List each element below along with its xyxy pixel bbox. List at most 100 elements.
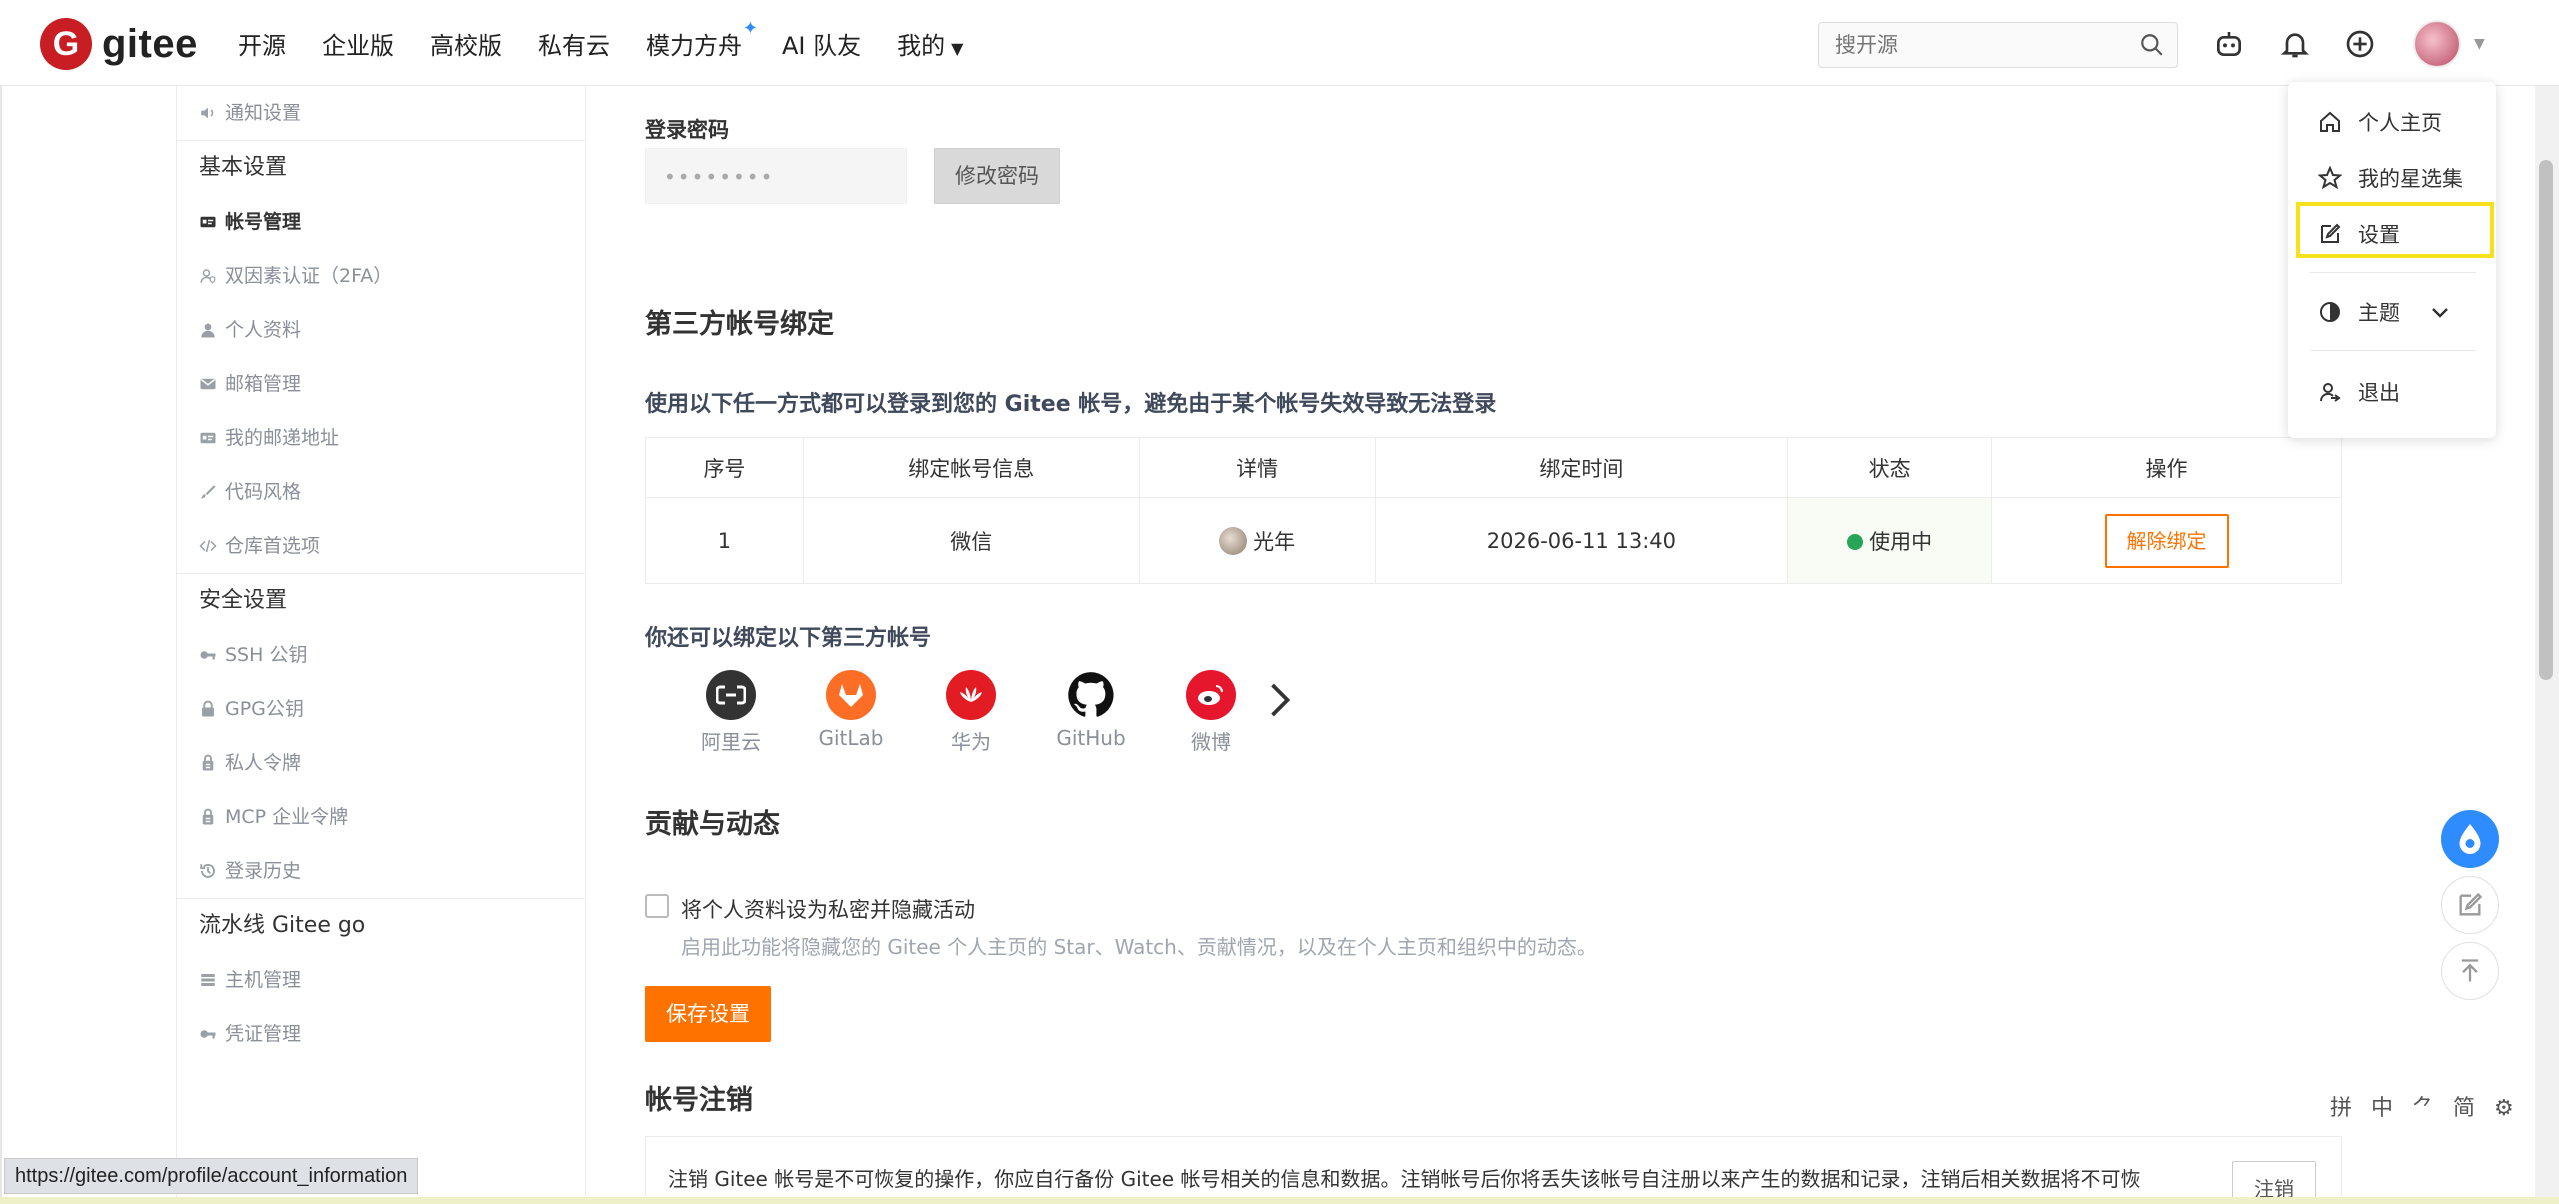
caret-down-icon: ▼ [951,39,964,58]
assistant-float-button[interactable] [2441,810,2499,868]
table-row: 1 微信 光年 2026-06-11 13:40 使用中 解除绑定 [645,497,2342,584]
sidebar-item-notification[interactable]: 通知设置 [177,86,585,140]
sidebar-item-label: 帐号管理 [225,211,302,233]
top-navbar: G gitee 开源 企业版 高校版 私有云 模力方舟✦ AI 队友 我的 ▼ ▼ [0,0,2559,86]
nav-private-cloud[interactable]: 私有云 [538,26,610,61]
dropdown-item-settings[interactable]: 设置 [2288,206,2496,262]
sidebar-item-label: 代码风格 [225,481,302,503]
sidebar-item-label: 凭证管理 [225,1023,302,1045]
search-input[interactable] [1819,23,2119,67]
account-cancel-desc: 注销 Gitee 帐号是不可恢复的操作，你应自行备份 Gitee 帐号相关的信息… [668,1167,2141,1191]
plus-circle-icon[interactable] [2344,28,2376,60]
edit-icon [2459,892,2483,916]
table-header: 序号 [645,437,804,498]
dropdown-item-label: 设置 [2358,223,2400,247]
change-password-button[interactable]: 修改密码 [934,148,1060,204]
sidebar-group-security: 安全设置 SSH 公钥 GPG公钥 私人令牌 MCP 企业令牌 登录历史 [177,574,585,899]
dropdown-item-stars[interactable]: 我的星选集 [2288,150,2496,206]
sidebar-item-account[interactable]: 帐号管理 [177,195,585,249]
sidebar-item-profile[interactable]: 个人资料 [177,303,585,357]
nav-open-source[interactable]: 开源 [238,26,286,61]
token-icon [202,808,214,825]
sidebar-item-address[interactable]: 我的邮递地址 [177,411,585,465]
table-cell-index: 1 [645,497,804,584]
provider-gitlab[interactable]: GitLab [791,670,911,755]
nav-education[interactable]: 高校版 [430,26,502,61]
provider-label: GitHub [1056,726,1126,750]
key-icon [200,1030,216,1039]
bell-icon[interactable] [2279,28,2311,60]
table-header-row: 序号 绑定帐号信息 详情 绑定时间 状态 操作 [645,437,2342,498]
provider-weibo[interactable]: 微博 [1151,670,1271,755]
provider-github[interactable]: GitHub [1031,670,1151,755]
arrow-up-icon [2461,959,2479,982]
sidebar-item-token[interactable]: 私人令牌 [177,736,585,790]
sidebar-item-login-history[interactable]: 登录历史 [177,844,585,898]
dropdown-item-theme[interactable]: 主题 [2288,284,2496,340]
sidebar-item-credentials[interactable]: 凭证管理 [177,1007,585,1061]
sidebar-item-email[interactable]: 邮箱管理 [177,357,585,411]
account-cancel-title: 帐号注销 [645,1085,753,1116]
user-icon [201,323,215,338]
user-avatar[interactable] [2413,20,2461,68]
back-to-top-button[interactable] [2441,942,2499,1000]
sidebar-item-label: 我的邮递地址 [225,427,340,449]
nav-moli[interactable]: 模力方舟 ✦ [646,18,758,61]
nav-ai-teammate[interactable]: AI 队友 [782,26,861,61]
page-scrollbar[interactable] [2535,86,2559,1204]
sidebar-item-label: 个人资料 [225,319,302,341]
lock-icon [202,700,214,717]
nav-enterprise[interactable]: 企业版 [322,26,394,61]
dropdown-item-home[interactable]: 个人主页 [2288,94,2496,150]
gitee-logo[interactable]: G gitee [40,18,198,70]
nav-mine[interactable]: 我的 ▼ [897,26,963,61]
sidebar-item-gpg[interactable]: GPG公钥 [177,682,585,736]
sidebar-item-hosts[interactable]: 主机管理 [177,953,585,1007]
password-field[interactable]: •••••••• [645,148,907,204]
provider-label: 华为 [951,730,991,754]
dropdown-item-label: 个人主页 [2358,111,2442,135]
robot-icon[interactable] [2213,28,2245,60]
code-icon [199,539,217,553]
table-cell-detail: 光年 [1138,497,1376,584]
feedback-float-button[interactable] [2441,876,2499,934]
sidebar-item-mcp-token[interactable]: MCP 企业令牌 [177,790,585,844]
sidebar-group-title: 安全设置 [199,588,288,613]
provider-list: 阿里云 GitLab 华为 GitHub 微博 [671,670,1271,755]
table-header: 操作 [1991,437,2342,498]
search-icon[interactable] [2139,32,2165,58]
scrollbar-thumb[interactable] [2539,160,2553,680]
dropdown-item-logout[interactable]: 退出 [2288,364,2496,420]
table-header: 详情 [1138,437,1376,498]
sparkle-icon: ✦ [742,18,758,39]
provider-aliyun[interactable]: 阿里云 [671,670,791,755]
sidebar-item-label: SSH 公钥 [225,644,308,666]
private-profile-checkbox[interactable] [645,894,669,918]
id-card-icon [200,216,216,228]
unbind-button[interactable]: 解除绑定 [2104,513,2229,568]
chevron-right-icon[interactable] [1265,680,1295,720]
avatar-caret-icon[interactable]: ▼ [2474,36,2485,52]
table-cell-action: 解除绑定 [1991,497,2342,584]
status-dot-icon [1847,533,1864,550]
provider-huawei[interactable]: 华为 [911,670,1031,755]
account-cancel-box: 注销 Gitee 帐号是不可恢复的操作，你应自行备份 Gitee 帐号相关的信息… [645,1136,2342,1204]
sidebar-item-label: 仓库首选项 [225,535,321,557]
home-icon [2320,111,2340,132]
sidebar-item-ssh[interactable]: SSH 公钥 [177,628,585,682]
key-icon [200,651,216,660]
contrast-icon [2320,302,2340,322]
save-settings-button[interactable]: 保存设置 [645,986,771,1042]
user-shield-icon [200,269,216,284]
sidebar-item-label: 主机管理 [225,969,302,991]
sidebar-item-code-style[interactable]: 代码风格 [177,465,585,519]
private-profile-label: 将个人资料设为私密并隐藏活动 [681,898,975,922]
sidebar-item-2fa[interactable]: 双因素认证（2FA） [177,249,585,303]
nav-moli-label: 模力方舟 [646,32,742,60]
envelope-icon [200,378,216,390]
huawei-icon [946,670,996,720]
sidebar-item-repo-prefs[interactable]: 仓库首选项 [177,519,585,573]
ime-toolbar[interactable]: 拼 中 ⺈ 简 ⚙ [2330,1090,2520,1122]
sidebar-group-title: 流水线 Gitee go [199,913,366,938]
table-cell-time: 2026-06-11 13:40 [1374,497,1789,584]
